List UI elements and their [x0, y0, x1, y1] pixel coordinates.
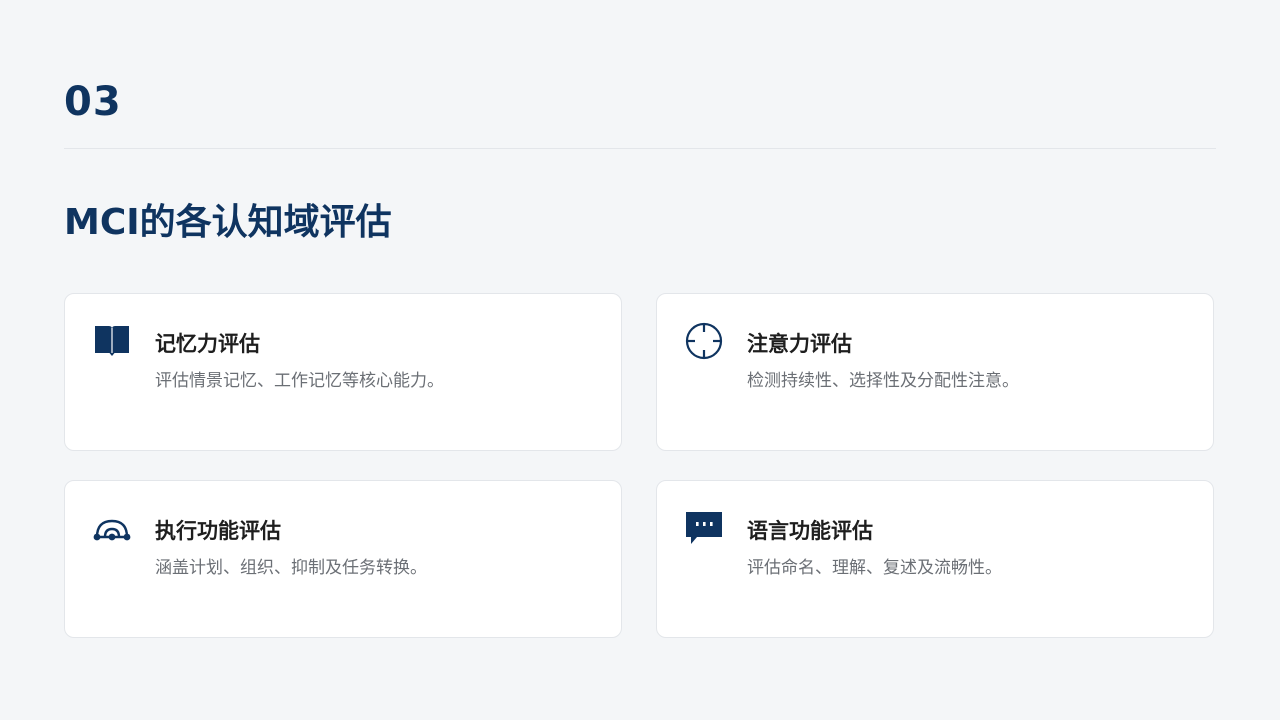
chat-bubble-icon [685, 509, 723, 547]
card-description: 检测持续性、选择性及分配性注意。 [747, 371, 1019, 391]
card-memory-assessment: 记忆力评估 评估情景记忆、工作记忆等核心能力。 [64, 293, 622, 451]
card-title: 注意力评估 [747, 332, 852, 356]
card-language-function-assessment: 语言功能评估 评估命名、理解、复述及流畅性。 [656, 480, 1214, 638]
network-icon [93, 509, 131, 547]
card-executive-function-assessment: 执行功能评估 涵盖计划、组织、抑制及任务转换。 [64, 480, 622, 638]
card-title: 记忆力评估 [155, 332, 260, 356]
card-attention-assessment: 注意力评估 检测持续性、选择性及分配性注意。 [656, 293, 1214, 451]
card-title: 执行功能评估 [155, 519, 281, 543]
card-description: 评估情景记忆、工作记忆等核心能力。 [155, 371, 444, 391]
crosshair-icon [685, 322, 723, 360]
header-divider [64, 148, 1216, 149]
book-icon [93, 322, 131, 360]
card-title: 语言功能评估 [747, 519, 873, 543]
card-description: 评估命名、理解、复述及流畅性。 [747, 558, 1002, 578]
card-description: 涵盖计划、组织、抑制及任务转换。 [155, 558, 427, 578]
slide-number: 03 [64, 79, 122, 125]
slide-title: MCI的各认知域评估 [64, 202, 392, 243]
